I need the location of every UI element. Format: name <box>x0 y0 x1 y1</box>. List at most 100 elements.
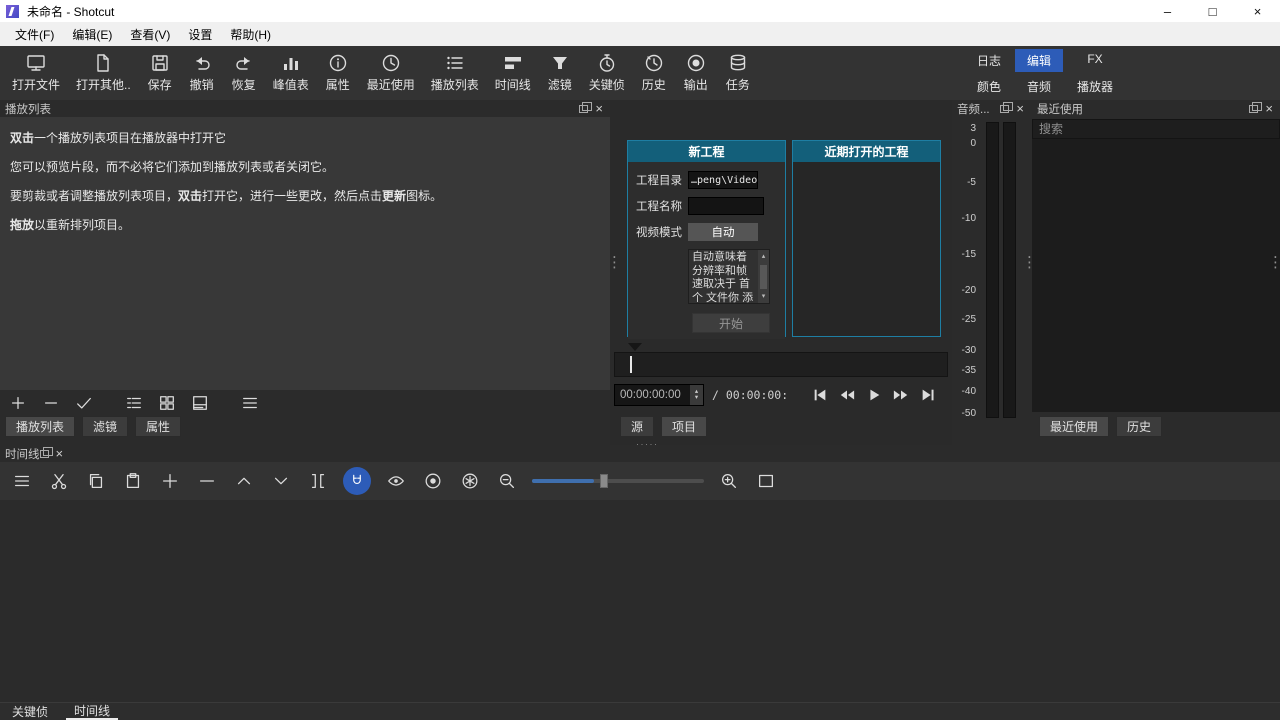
zoom-out-button[interactable] <box>495 469 519 493</box>
tab-recent[interactable]: 最近使用 <box>1039 416 1109 437</box>
view-details-icon[interactable] <box>122 392 146 414</box>
tab-properties[interactable]: 属性 <box>135 416 181 437</box>
close-panel-icon[interactable]: × <box>595 102 603 115</box>
float-panel-icon[interactable] <box>1249 105 1258 113</box>
ripple-all-tracks-button[interactable] <box>458 469 482 493</box>
splitter-handle[interactable]: ⋮ <box>1268 258 1276 268</box>
tab-timeline[interactable]: 时间线 <box>66 703 118 720</box>
keyframes-button[interactable]: 关键侦 <box>581 46 633 100</box>
append-button[interactable] <box>158 469 182 493</box>
history-button[interactable]: 历史 <box>633 46 675 100</box>
lift-button[interactable] <box>232 469 256 493</box>
tab-keyframes[interactable]: 关键侦 <box>4 703 56 720</box>
save-button[interactable]: 保存 <box>139 46 181 100</box>
splitter-handle[interactable]: ⋮ <box>1022 258 1030 268</box>
minimize-button[interactable]: – <box>1145 0 1190 22</box>
playlist-menu-button[interactable] <box>238 392 262 414</box>
scroll-up-icon[interactable]: ▴ <box>762 250 766 264</box>
start-button[interactable]: 开始 <box>692 313 770 333</box>
filters-button[interactable]: 滤镜 <box>539 46 581 100</box>
float-panel-icon[interactable] <box>1000 105 1009 113</box>
ripple-toggle-button[interactable] <box>421 469 445 493</box>
close-panel-icon[interactable]: × <box>56 447 64 460</box>
view-tiles-icon[interactable] <box>155 392 179 414</box>
export-button[interactable]: 输出 <box>675 46 717 100</box>
menu-edit[interactable]: 编辑(E) <box>63 23 121 46</box>
copy-button[interactable] <box>84 469 108 493</box>
playlist-panel: 播放列表 × 双击一个播放列表项目在播放器中打开它 您可以预览片段，而不必将它们… <box>0 100 610 445</box>
seek-cursor[interactable] <box>630 356 632 373</box>
layout-player-button[interactable]: 播放器 <box>1065 75 1125 98</box>
menu-file[interactable]: 文件(F) <box>6 23 63 46</box>
open-file-button[interactable]: 打开文件 <box>4 46 68 100</box>
playhead-marker[interactable] <box>628 343 642 351</box>
tab-history[interactable]: 历史 <box>1116 416 1162 437</box>
zoom-in-button[interactable] <box>717 469 741 493</box>
project-folder-value[interactable]: …peng\Videos <box>688 171 758 189</box>
project-name-input[interactable] <box>688 197 764 215</box>
timeline-tracks-area[interactable] <box>0 500 1280 702</box>
spin-down-icon[interactable]: ▾ <box>695 395 698 401</box>
search-input[interactable] <box>1032 119 1280 139</box>
overwrite-button[interactable] <box>269 469 293 493</box>
play-button[interactable] <box>864 386 884 404</box>
fast-forward-button[interactable] <box>891 386 911 404</box>
recent-projects-list[interactable] <box>793 162 940 336</box>
timecode-spinner[interactable]: 00:00:00:00 ▴▾ <box>614 384 704 406</box>
tab-playlist[interactable]: 播放列表 <box>5 416 75 437</box>
scroll-thumb[interactable] <box>760 265 767 289</box>
seek-bar[interactable] <box>614 352 948 377</box>
paste-button[interactable] <box>121 469 145 493</box>
menu-settings[interactable]: 设置 <box>179 23 221 46</box>
close-panel-icon[interactable]: × <box>1016 102 1024 115</box>
redo-button[interactable]: 恢复 <box>223 46 265 100</box>
splitter-handle[interactable]: ⋮ <box>607 258 615 268</box>
close-panel-icon[interactable]: × <box>1265 102 1273 115</box>
layout-fx-button[interactable]: FX <box>1065 49 1125 72</box>
open-other-button[interactable]: 打开其他.. <box>68 46 139 100</box>
layout-log-button[interactable]: 日志 <box>965 49 1013 72</box>
peak-meter-button[interactable]: 峰值表 <box>265 46 317 100</box>
playlist-button[interactable]: 播放列表 <box>423 46 487 100</box>
float-panel-icon[interactable] <box>579 105 588 113</box>
layout-color-button[interactable]: 颜色 <box>965 75 1013 98</box>
view-icons-icon[interactable] <box>188 392 212 414</box>
layout-audio-button[interactable]: 音频 <box>1015 75 1063 98</box>
playlist-add-button[interactable] <box>6 392 30 414</box>
zoom-fit-button[interactable] <box>754 469 778 493</box>
tab-filters[interactable]: 滤镜 <box>82 416 128 437</box>
maximize-button[interactable]: □ <box>1190 0 1235 22</box>
menu-help[interactable]: 帮助(H) <box>221 23 280 46</box>
tab-source[interactable]: 源 <box>620 416 654 437</box>
scroll-down-icon[interactable]: ▾ <box>762 290 766 304</box>
timeline-button[interactable]: 时间线 <box>487 46 539 100</box>
slider-thumb[interactable] <box>600 474 608 488</box>
menu-view[interactable]: 查看(V) <box>121 23 179 46</box>
recent-button[interactable]: 最近使用 <box>359 46 423 100</box>
split-button[interactable] <box>306 469 330 493</box>
jobs-icon <box>728 53 748 73</box>
cut-button[interactable] <box>47 469 71 493</box>
playlist-remove-button[interactable] <box>39 392 63 414</box>
recent-files-list[interactable] <box>1032 139 1280 412</box>
rewind-button[interactable] <box>837 386 857 404</box>
snap-toggle-button[interactable] <box>343 467 371 495</box>
open-file-icon <box>26 53 46 73</box>
timeline-menu-button[interactable] <box>10 469 34 493</box>
jobs-button[interactable]: 任务 <box>717 46 759 100</box>
skip-start-button[interactable] <box>810 386 830 404</box>
scrub-while-dragging-button[interactable] <box>384 469 408 493</box>
skip-end-button[interactable] <box>918 386 938 404</box>
undo-button[interactable]: 撤销 <box>181 46 223 100</box>
properties-button[interactable]: 属性 <box>317 46 359 100</box>
video-mode-dropdown[interactable]: 自动 <box>688 223 758 241</box>
playlist-update-button[interactable] <box>72 392 96 414</box>
ripple-delete-button[interactable] <box>195 469 219 493</box>
timecode-spin-buttons[interactable]: ▴▾ <box>690 385 703 405</box>
layout-edit-button[interactable]: 编辑 <box>1015 49 1063 72</box>
tab-project[interactable]: 项目 <box>661 416 707 437</box>
close-button[interactable]: × <box>1235 0 1280 22</box>
timeline-zoom-slider[interactable] <box>532 474 704 488</box>
scrollbar[interactable]: ▴▾ <box>758 250 769 303</box>
float-panel-icon[interactable] <box>40 450 49 458</box>
